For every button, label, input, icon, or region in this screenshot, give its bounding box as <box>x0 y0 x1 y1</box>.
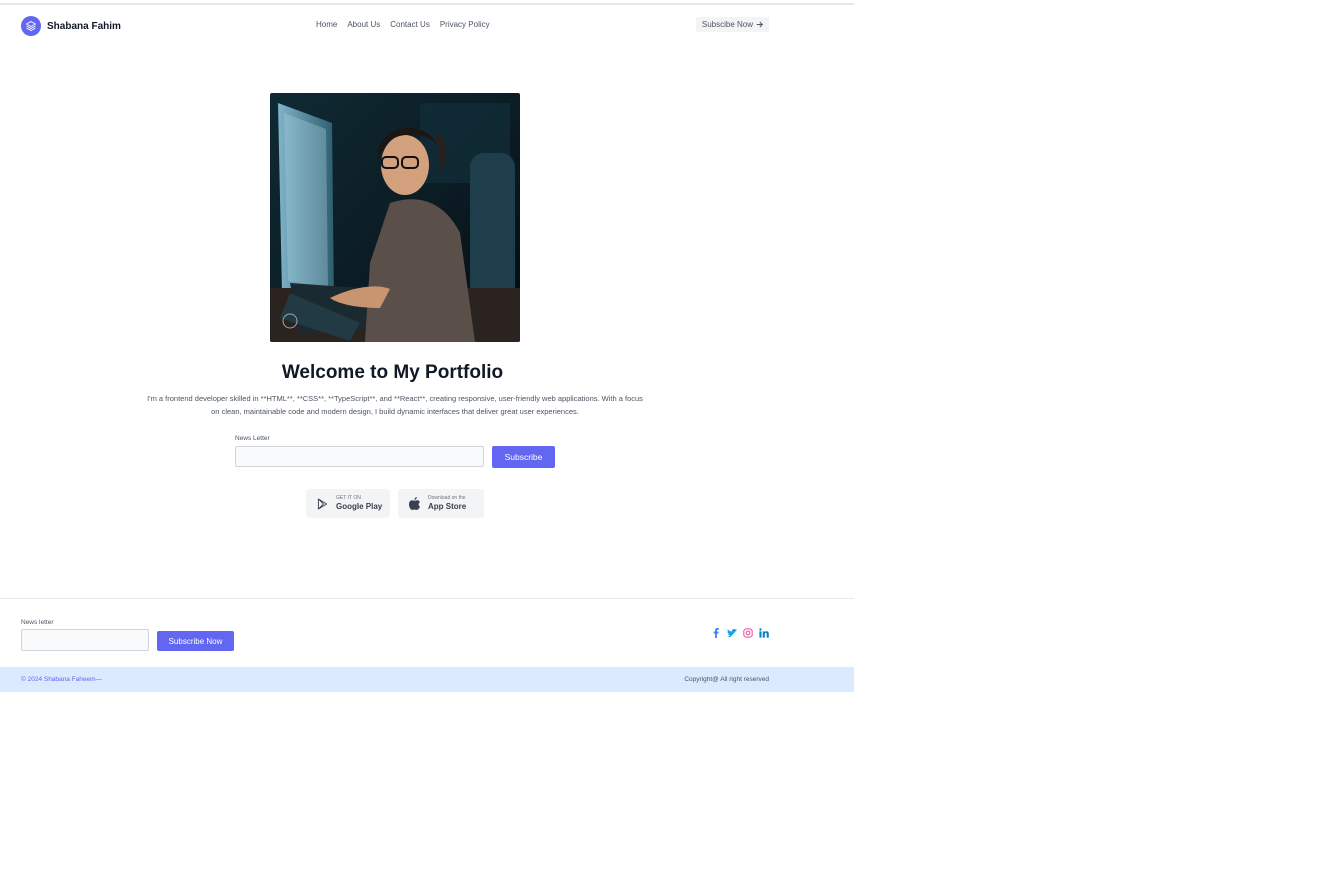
subscribe-now-header-button[interactable]: Subscibe Now <box>695 17 769 32</box>
linkedin-icon[interactable] <box>759 627 769 639</box>
footer-divider <box>0 598 854 599</box>
nav-about-us[interactable]: About Us <box>347 20 380 29</box>
newsletter-label: News Letter <box>235 435 270 442</box>
footer-newsletter-label: News letter <box>21 619 54 626</box>
brand[interactable]: Shabana Fahim <box>21 16 121 36</box>
app-store-label: App Store <box>428 502 467 511</box>
google-play-label: Google Play <box>336 502 383 511</box>
layers-logo-icon <box>21 16 41 36</box>
page-title: Welcome to My Portfolio <box>281 362 504 383</box>
footer-subscribe-button[interactable]: Subscribe Now <box>157 631 234 651</box>
app-store-small-text: Download on the <box>428 495 466 501</box>
nav-privacy-policy[interactable]: Privacy Policy <box>440 20 490 29</box>
arrow-right-icon <box>756 21 763 28</box>
nav-contact-us[interactable]: Contact Us <box>390 20 430 29</box>
brand-name: Shabana Fahim <box>47 20 121 32</box>
subscribe-button[interactable]: Subscribe <box>492 446 555 468</box>
subscribe-now-label: Subscibe Now <box>701 20 753 29</box>
main-nav: Home About Us Contact Us Privacy Policy <box>316 20 490 29</box>
google-play-button[interactable]: GET IT ON Google Play <box>306 489 390 518</box>
play-store-icon <box>315 497 329 511</box>
footer-newsletter-input[interactable] <box>21 629 149 651</box>
app-store-button[interactable]: Download on the App Store <box>398 489 484 518</box>
copyright-owner: © 2024 Shabana Faheem— <box>21 676 103 683</box>
hero-description: I'm a frontend developer skilled in **HT… <box>147 394 643 416</box>
google-play-small-text: GET IT ON <box>336 495 361 501</box>
facebook-icon[interactable] <box>711 627 721 639</box>
nav-home[interactable]: Home <box>316 20 337 29</box>
page: Shabana Fahim Home About Us Contact Us P… <box>0 0 854 692</box>
newsletter-input[interactable] <box>235 446 484 467</box>
top-border <box>0 3 854 5</box>
copyright-notice: Copyright@ All right reserved <box>684 676 769 683</box>
instagram-icon[interactable] <box>743 627 753 639</box>
header: Shabana Fahim Home About Us Contact Us P… <box>21 14 769 38</box>
twitter-icon[interactable] <box>727 627 737 639</box>
developer-photo <box>270 93 520 342</box>
apple-icon <box>407 497 421 511</box>
footer-bottom-bar: © 2024 Shabana Faheem— Copyright@ All ri… <box>0 667 854 692</box>
social-links <box>711 627 769 639</box>
